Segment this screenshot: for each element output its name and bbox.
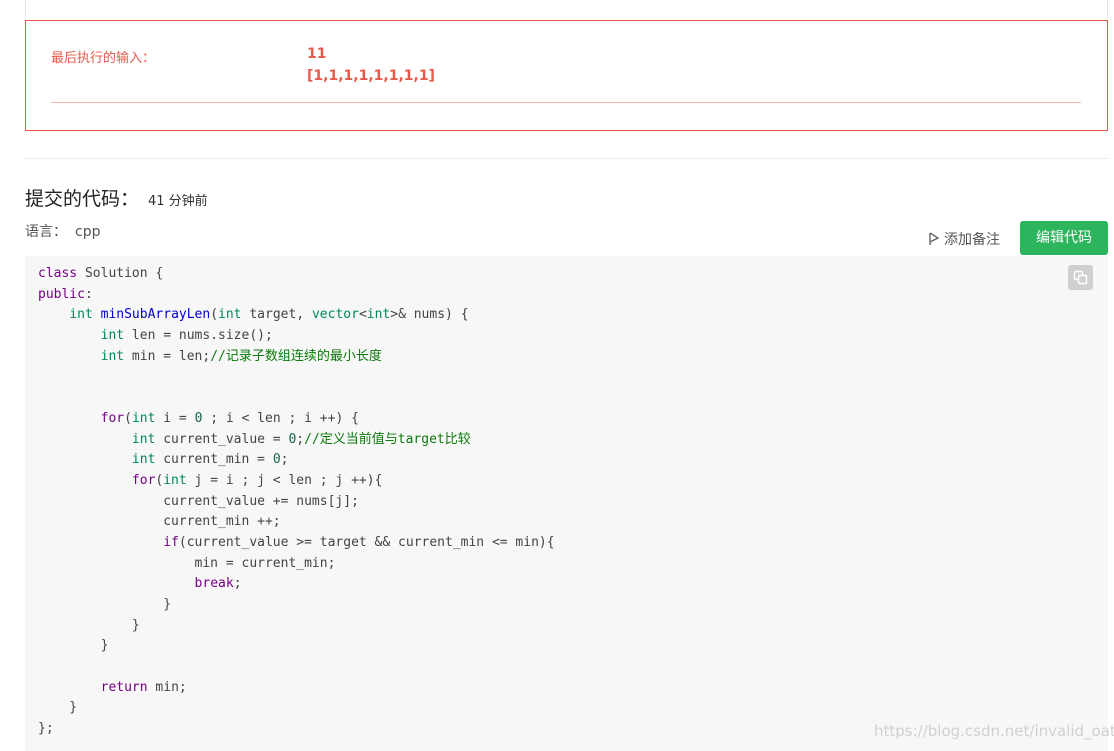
language-label: 语言： <box>25 224 67 240</box>
code-line: int current_min = 0; <box>131 452 289 468</box>
watermark: https://blog.csdn.net/invalid_oath <box>874 722 1114 740</box>
code-line: } <box>38 638 109 654</box>
language-row: 语言： cpp <box>25 221 100 241</box>
copy-icon <box>1073 270 1088 285</box>
code-content: class Solution { public: int minSubArrayL… <box>38 264 555 740</box>
code-line: ​ <box>38 657 555 678</box>
last-input-label: 最后执行的输入： <box>51 51 156 66</box>
code-line: class Solution { <box>38 266 164 281</box>
divider <box>51 102 1081 103</box>
code-line: for(int i = 0 ; i < len ; i ++) { <box>100 410 359 426</box>
flag-icon <box>928 232 940 246</box>
edit-code-button[interactable]: 编辑代码 <box>1020 221 1108 255</box>
last-input-value-1: 11 <box>307 46 327 62</box>
submission-time: 41 分钟前 <box>148 194 208 209</box>
code-line: ​ <box>38 388 555 409</box>
code-line: break; <box>194 576 242 592</box>
code-line: min = current_min; <box>38 555 336 571</box>
code-line: current_min ++; <box>38 514 281 530</box>
code-line: int current_value = 0;//定义当前值与target比较 <box>131 431 471 447</box>
code-line: for(int j = i ; j < len ; j ++){ <box>131 472 383 488</box>
code-line: } <box>38 617 140 633</box>
language-value: cpp <box>75 224 101 240</box>
last-input-value-2: [1,1,1,1,1,1,1,1] <box>307 68 435 84</box>
copy-button[interactable] <box>1068 265 1093 290</box>
code-line: if(current_value >= target && current_mi… <box>163 534 555 550</box>
code-line: ​ <box>38 367 555 388</box>
code-line: return min; <box>100 679 187 695</box>
code-line: public: <box>38 286 93 302</box>
code-line: }; <box>38 721 54 737</box>
add-note-label: 添加备注 <box>944 232 1000 248</box>
section-divider <box>25 158 1108 159</box>
add-note-button[interactable]: 添加备注 <box>928 229 1000 249</box>
code-line: current_value += nums[j]; <box>38 493 359 509</box>
code-line: int min = len;//记录子数组连续的最小长度 <box>100 348 382 364</box>
code-line: int minSubArrayLen(int target, vector<in… <box>69 307 469 323</box>
code-block[interactable]: class Solution { public: int minSubArrayL… <box>25 256 1108 751</box>
code-line: } <box>38 597 172 612</box>
code-line: int len = nums.size(); <box>100 328 273 344</box>
code-line: } <box>38 700 78 716</box>
previous-panel-edge <box>25 0 1108 18</box>
submitted-code-heading: 提交的代码： <box>25 188 140 210</box>
last-input-panel: 最后执行的输入： 11 [1,1,1,1,1,1,1,1] <box>25 20 1108 131</box>
